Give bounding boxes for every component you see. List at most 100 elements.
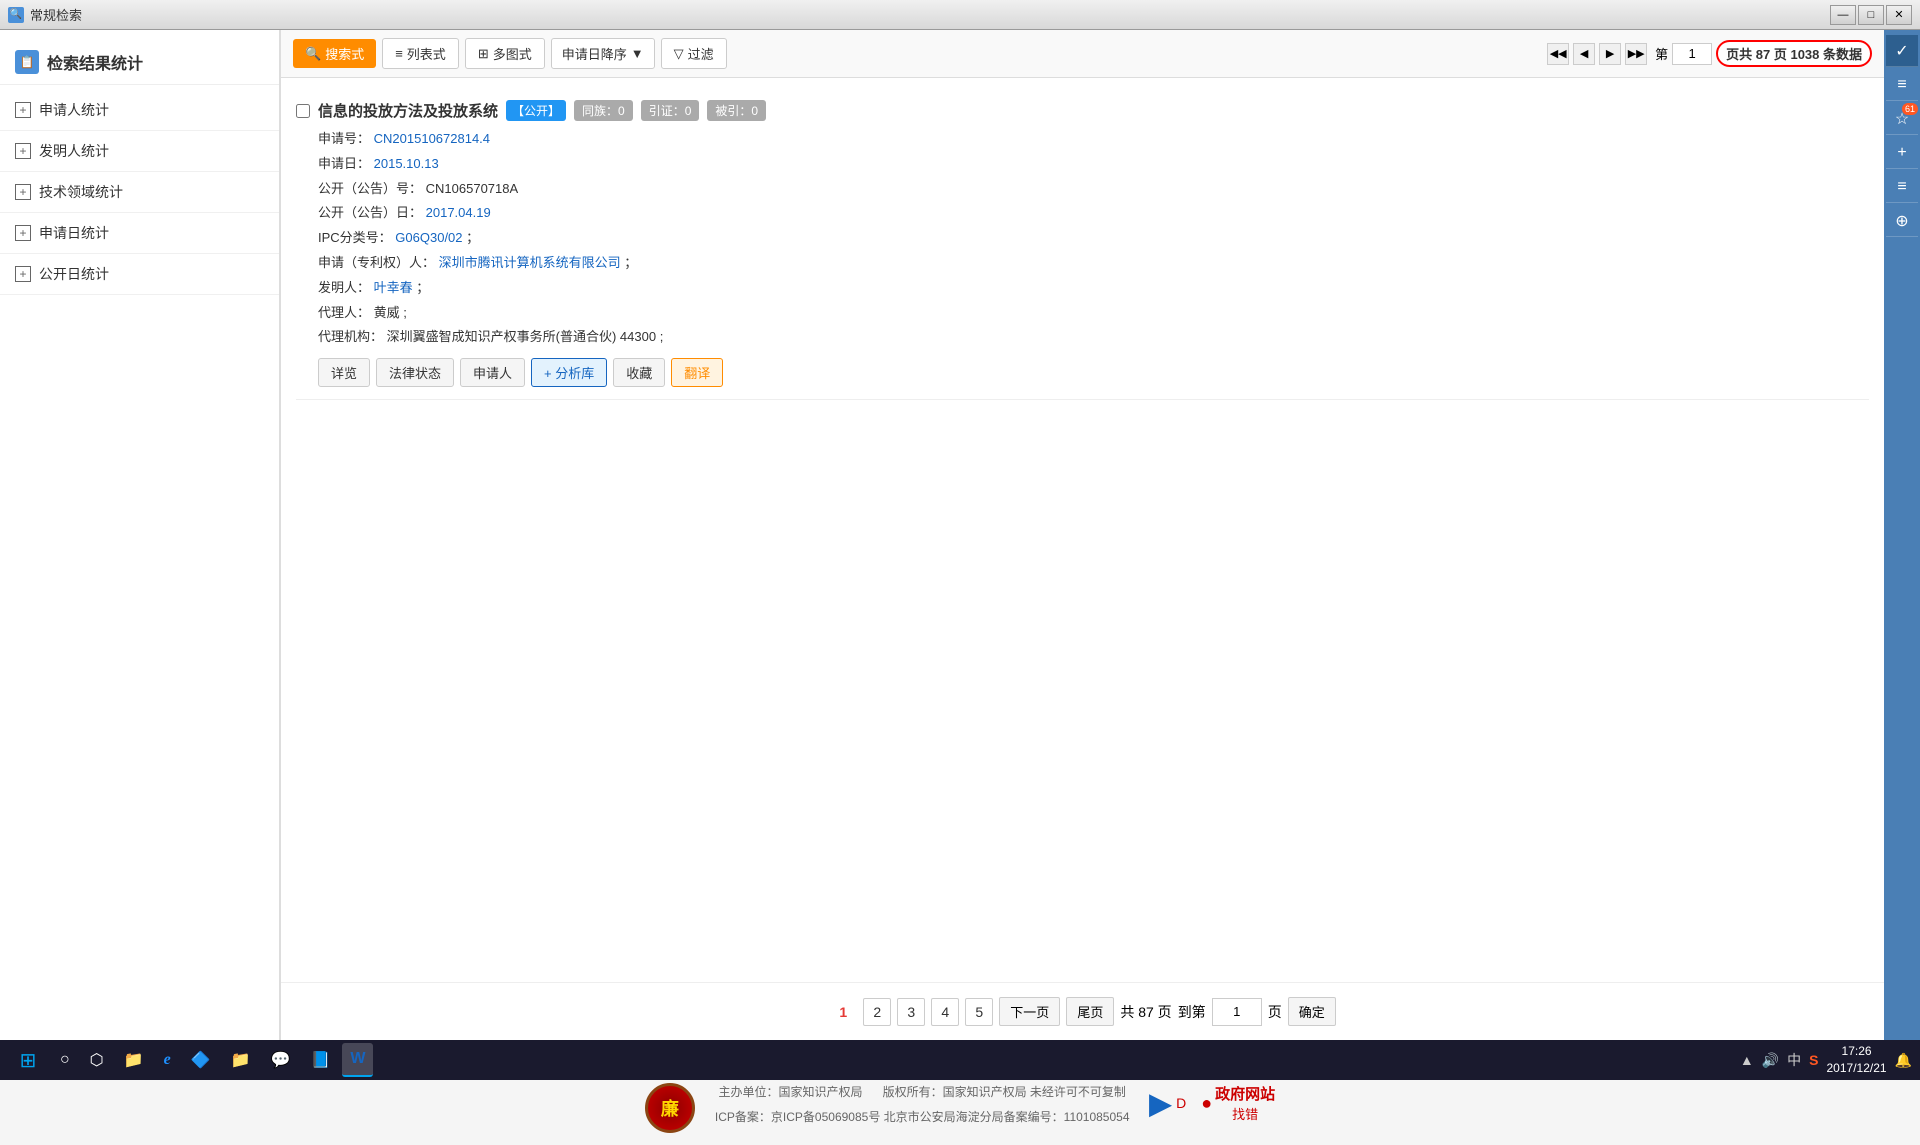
page-num-3[interactable]: 3 xyxy=(897,998,925,1026)
page-confirm-button[interactable]: 确定 xyxy=(1288,997,1336,1026)
taskbar-word[interactable]: W xyxy=(342,1043,373,1077)
windows-icon: ⊞ xyxy=(20,1048,37,1073)
page-num-1[interactable]: 1 xyxy=(829,998,857,1026)
network-icon[interactable]: ▲ xyxy=(1740,1052,1754,1068)
page-info: 页共 87 页 1038 条数据 xyxy=(1716,40,1872,67)
search-circle-icon: ○ xyxy=(60,1051,70,1069)
taskbar-file-explorer[interactable]: 📁 xyxy=(116,1043,152,1077)
last-page-button[interactable]: 尾页 xyxy=(1066,997,1114,1026)
result-actions: 详览 法律状态 申请人 + 分析库 收藏 翻译 xyxy=(296,358,1869,387)
badge-public: 【公开】 xyxy=(506,100,566,121)
right-check-button[interactable]: ✓ xyxy=(1886,35,1918,67)
page-jump-input[interactable] xyxy=(1212,998,1262,1026)
taskbar-wechat[interactable]: 💬 xyxy=(263,1043,299,1077)
footer-info-block: 主办单位：国家知识产权局 版权所有：国家知识产权局 未经许可不可复制 ICP备案… xyxy=(715,1083,1130,1133)
taskbar-ie-browser[interactable]: e xyxy=(156,1043,179,1077)
taskbar-search-button[interactable]: ○ xyxy=(52,1043,78,1077)
list-mode-button[interactable]: ≡ 列表式 xyxy=(382,38,459,69)
appdate-value: 2015.10.13 xyxy=(374,156,439,171)
clock-date: 2017/12/21 xyxy=(1827,1060,1887,1077)
volume-icon[interactable]: 🔊 xyxy=(1762,1052,1779,1069)
inventor-value[interactable]: 叶幸春 xyxy=(374,280,413,295)
maximize-button[interactable]: □ xyxy=(1858,5,1884,25)
right-doc-button[interactable]: ≡ xyxy=(1886,171,1918,203)
right-star-button[interactable]: ☆ 61 xyxy=(1886,103,1918,135)
start-button[interactable]: ⊞ xyxy=(8,1043,48,1077)
folder-icon: 📁 xyxy=(124,1050,144,1070)
add-analysis-button[interactable]: + 分析库 xyxy=(531,358,607,387)
sidebar-title-text: 检索结果统计 xyxy=(47,50,143,74)
sort-button[interactable]: 申请日降序 ▼ xyxy=(551,38,655,69)
nav-last-button[interactable]: ▶▶ xyxy=(1625,43,1647,65)
result-field-appno: 申请号： CN201510672814.4 xyxy=(296,127,1869,152)
title-bar-text: 常规检索 xyxy=(30,5,1830,24)
page-label: 第 xyxy=(1655,44,1668,63)
taskbar-app2[interactable]: 📁 xyxy=(223,1043,259,1077)
badge-being-cited: 被引：0 xyxy=(707,100,766,121)
page-num-5[interactable]: 5 xyxy=(965,998,993,1026)
nav-next-button[interactable]: ▶ xyxy=(1599,43,1621,65)
minimize-button[interactable]: — xyxy=(1830,5,1856,25)
sidebar-item-tech-domain[interactable]: + 技术领域统计 xyxy=(0,172,279,213)
pagination-nav: ◀◀ ◀ ▶ ▶▶ 第 页共 87 页 1038 条数据 xyxy=(1547,40,1872,67)
result-field-applicant: 申请（专利权）人： 深圳市腾讯计算机系统有限公司 ； xyxy=(296,251,1869,276)
taskbar-right: ▲ 🔊 中 S 17:26 2017/12/21 🔔 xyxy=(1740,1043,1912,1077)
footer-icp: ICP备案：京ICP备05069085号 北京市公安局海淀分局备案编号：1101… xyxy=(715,1108,1130,1125)
sidebar-item-apply-date[interactable]: + 申请日统计 xyxy=(0,213,279,254)
taskbar-app3[interactable]: 📘 xyxy=(302,1043,338,1077)
sidebar-item-applicant-stats[interactable]: + 申请人统计 xyxy=(0,90,279,131)
plus-icon-publish: + xyxy=(15,266,31,282)
page-num-2[interactable]: 2 xyxy=(863,998,891,1026)
applicant-value[interactable]: 深圳市腾讯计算机系统有限公司 xyxy=(439,255,621,270)
nav-prev-button[interactable]: ◀ xyxy=(1573,43,1595,65)
filter-button[interactable]: ▽ 过滤 xyxy=(661,38,727,69)
system-clock[interactable]: 17:26 2017/12/21 xyxy=(1827,1043,1887,1077)
antivirus-icon[interactable]: S xyxy=(1809,1052,1818,1068)
page-num-4[interactable]: 4 xyxy=(931,998,959,1026)
close-button[interactable]: ✕ xyxy=(1886,5,1912,25)
app3-icon: 📘 xyxy=(310,1050,330,1070)
title-bar: 🔍 常规检索 — □ ✕ xyxy=(0,0,1920,30)
right-menu-button[interactable]: ≡ xyxy=(1886,69,1918,101)
sidebar-item-publish-date[interactable]: + 公开日统计 xyxy=(0,254,279,295)
result-checkbox[interactable] xyxy=(296,104,310,118)
word-icon: W xyxy=(350,1050,365,1068)
sidebar-item-inventor-stats[interactable]: + 发明人统计 xyxy=(0,131,279,172)
result-field-inventor: 发明人： 叶幸春 ； xyxy=(296,276,1869,301)
legal-status-button[interactable]: 法律状态 xyxy=(376,358,454,387)
right-plus-button[interactable]: + xyxy=(1886,137,1918,169)
result-title: 信息的投放方法及投放系统 xyxy=(318,100,498,121)
appdate-label: 申请日： xyxy=(318,156,370,171)
results-area: 信息的投放方法及投放系统 【公开】 同族：0 引证：0 被引：0 申请号： CN… xyxy=(281,78,1884,982)
ipc-value[interactable]: G06Q30/02 xyxy=(395,230,462,245)
input-method-zh[interactable]: 中 xyxy=(1787,1050,1801,1070)
appno-label: 申请号： xyxy=(318,131,370,146)
sidebar-item-label-apply: 申请日统计 xyxy=(39,223,109,243)
notification-icon[interactable]: 🔔 xyxy=(1895,1052,1912,1069)
search-mode-button[interactable]: 🔍 搜索式 xyxy=(293,39,376,68)
next-page-button[interactable]: 下一页 xyxy=(999,997,1060,1026)
agency-label: 代理机构： xyxy=(318,329,383,344)
right-add-button[interactable]: ⊕ xyxy=(1886,205,1918,237)
grid-mode-button[interactable]: ⊞ 多图式 xyxy=(465,38,545,69)
collect-button[interactable]: 收藏 xyxy=(613,358,665,387)
page-input[interactable] xyxy=(1672,43,1712,65)
translate-button[interactable]: 翻译 xyxy=(671,358,723,387)
result-field-pubno: 公开（公告）号： CN106570718A xyxy=(296,177,1869,202)
taskbar-app1[interactable]: 🔷 xyxy=(183,1043,219,1077)
app2-icon: 📁 xyxy=(231,1050,251,1070)
grid-mode-icon: ⊞ xyxy=(478,46,489,62)
taskbar-cortana-button[interactable]: ⬡ xyxy=(82,1043,112,1077)
applicant-button[interactable]: 申请人 xyxy=(460,358,525,387)
nav-first-button[interactable]: ◀◀ xyxy=(1547,43,1569,65)
pubno-value: CN106570718A xyxy=(426,181,519,196)
detail-button[interactable]: 详览 xyxy=(318,358,370,387)
plus-icon-applicant: + xyxy=(15,102,31,118)
applicant-semicolon: ； xyxy=(624,255,637,270)
result-item: 信息的投放方法及投放系统 【公开】 同族：0 引证：0 被引：0 申请号： CN… xyxy=(296,88,1869,400)
result-field-appdate: 申请日： 2015.10.13 xyxy=(296,152,1869,177)
sidebar-item-label-inventor: 发明人统计 xyxy=(39,141,109,161)
badge-family: 同族：0 xyxy=(574,100,633,121)
result-field-agent: 代理人： 黄威 ; xyxy=(296,301,1869,326)
wechat-icon: 💬 xyxy=(271,1050,291,1070)
